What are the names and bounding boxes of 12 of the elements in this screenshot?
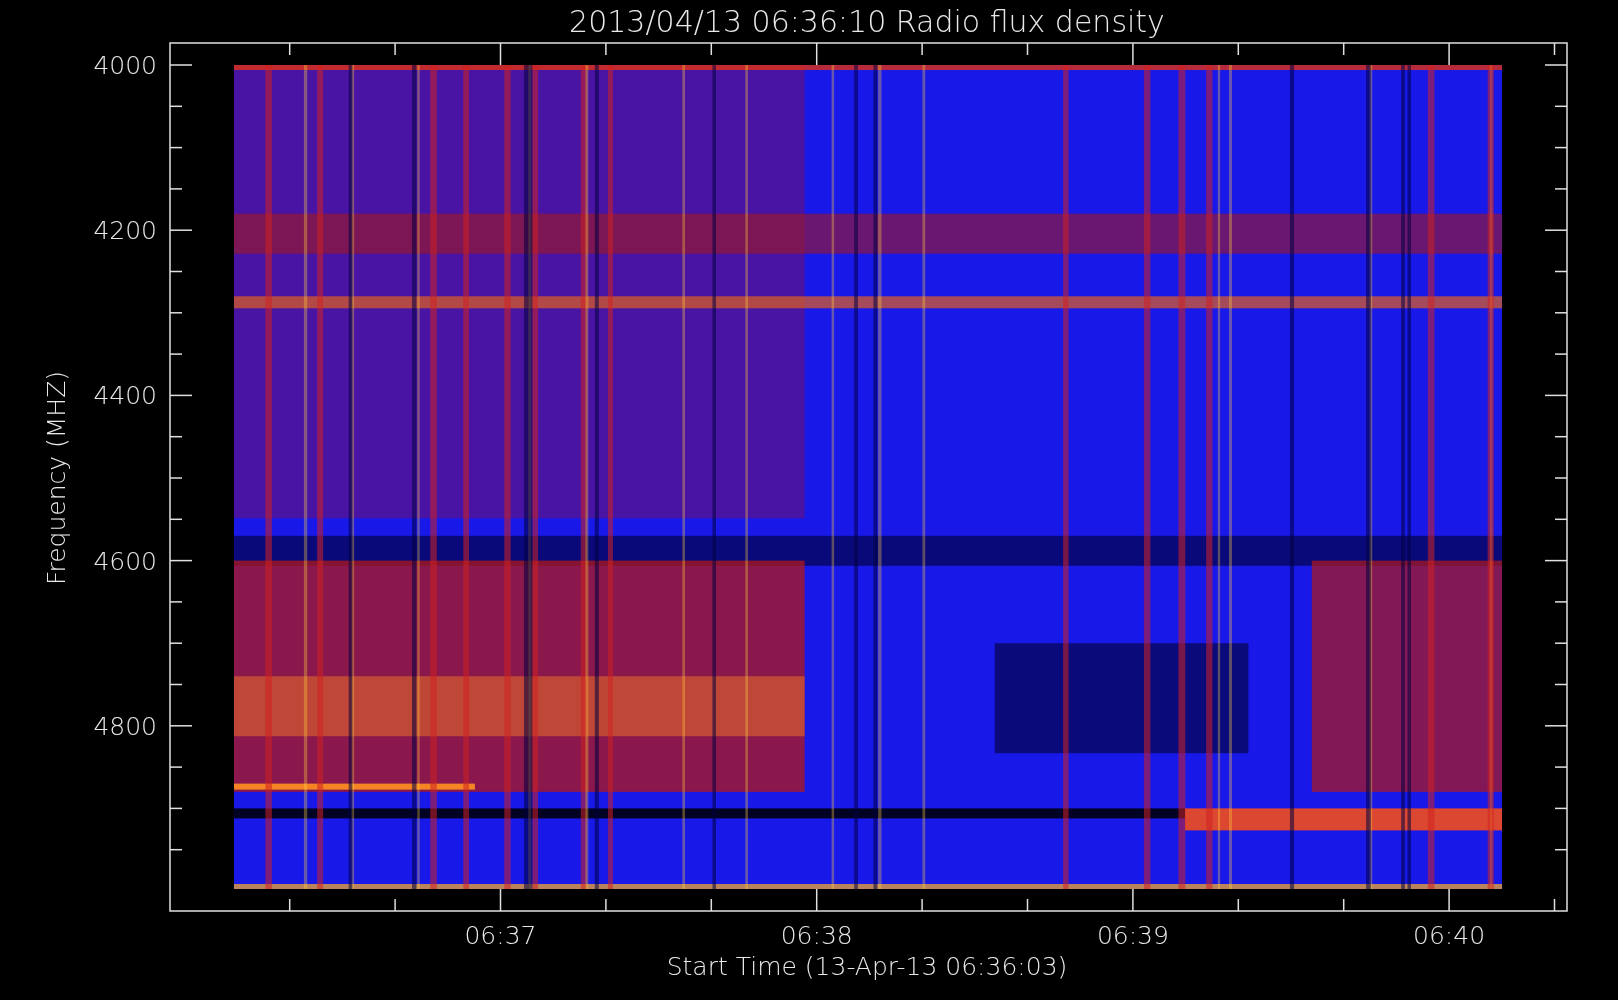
tick-label: 4000 <box>93 51 157 80</box>
tick-label: 06:40 <box>1413 921 1486 950</box>
tick-label: 06:39 <box>1096 921 1169 950</box>
plot-title: 2013/04/13 06:36:10 Radio flux density <box>569 4 1165 39</box>
axis-label: Start Time (13-Apr-13 06:36:03) <box>666 952 1068 981</box>
tick-label: 4600 <box>93 546 157 576</box>
tick-label: 06:38 <box>780 921 853 950</box>
tick-label: 4800 <box>93 711 157 741</box>
tick-label: 06:37 <box>464 921 537 950</box>
tick-label: 4200 <box>93 216 157 246</box>
axis-label: Frequency (MHZ) <box>42 370 71 586</box>
tick-label: 4400 <box>93 381 157 411</box>
